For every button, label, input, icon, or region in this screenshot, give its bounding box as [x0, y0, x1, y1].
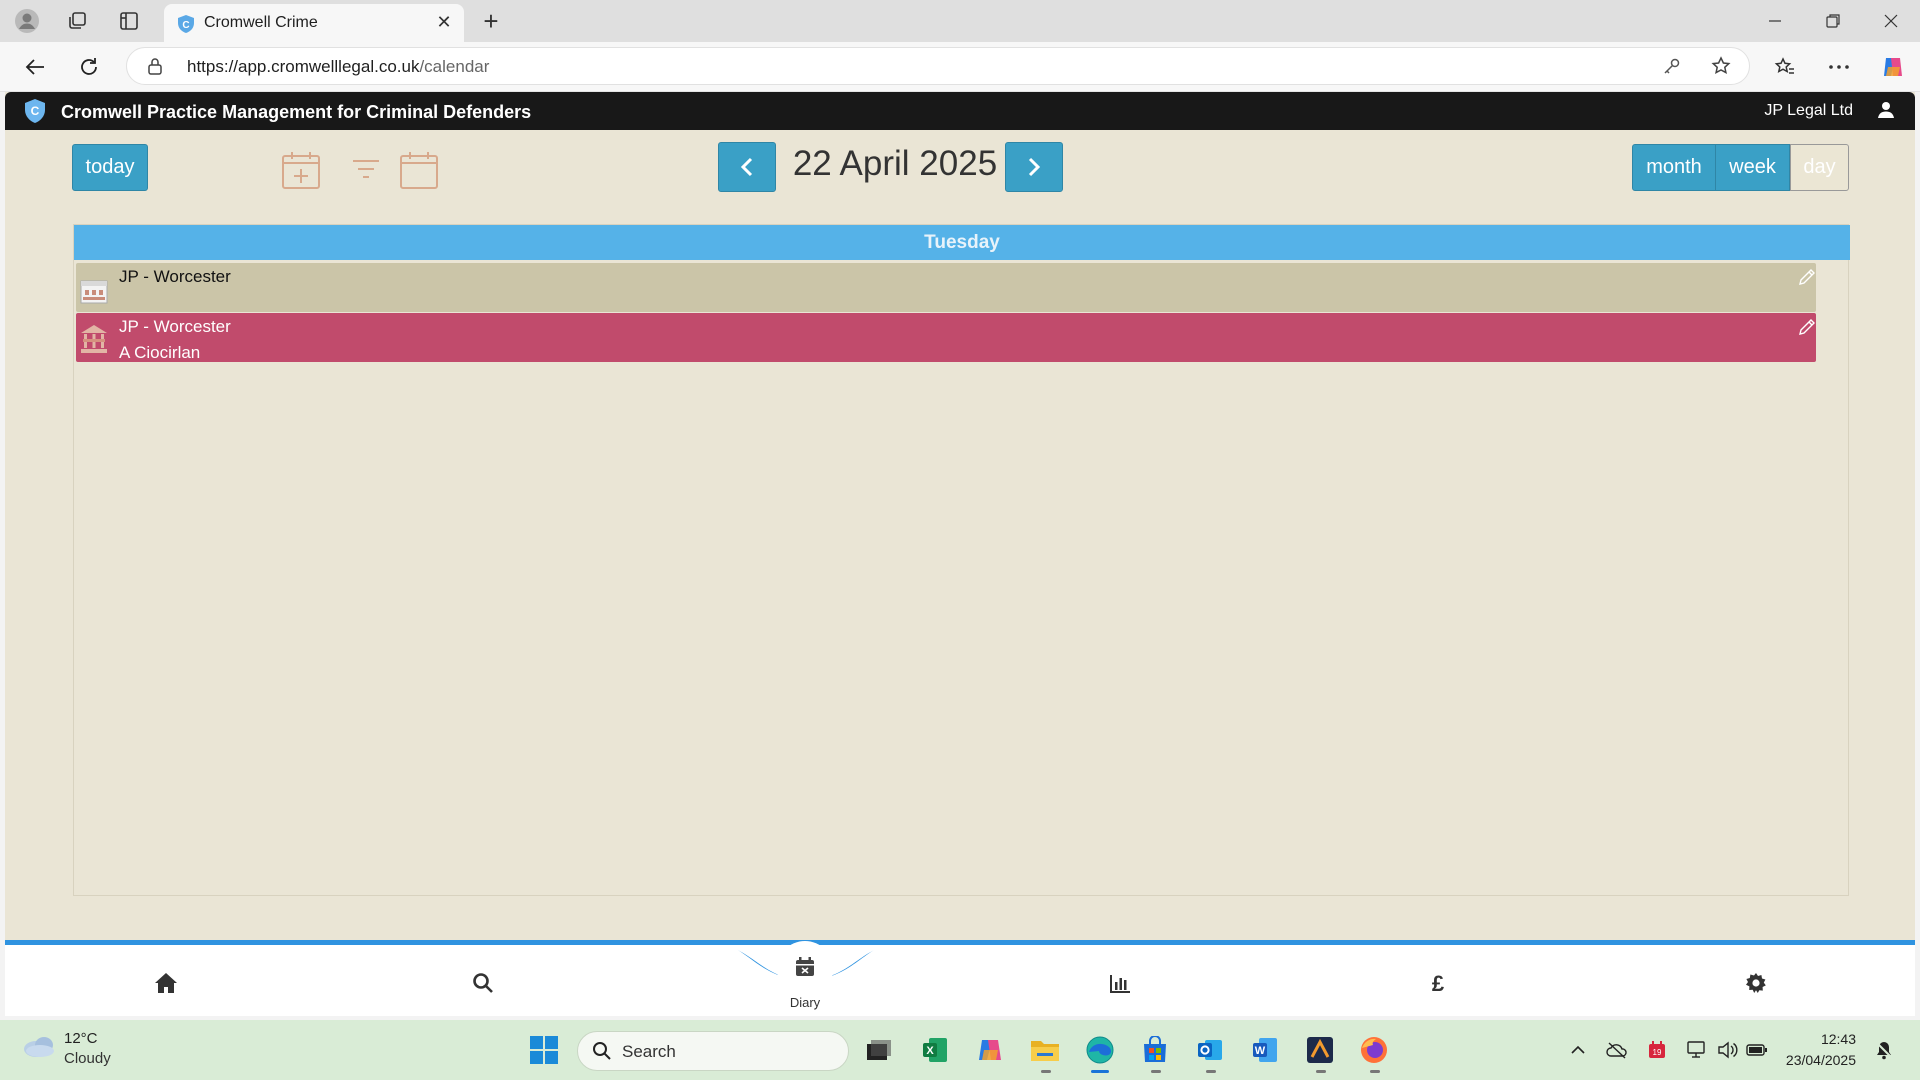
current-date-title: 22 April 2025 — [792, 144, 998, 183]
restore-icon[interactable] — [1813, 8, 1853, 34]
address-toolbar: https://app.cromwelllegal.co.uk/calendar — [0, 42, 1920, 92]
nav-accent-line — [5, 940, 1915, 945]
outlook-icon[interactable] — [1193, 1033, 1227, 1067]
weather-temperature[interactable]: 12°C — [64, 1030, 98, 1047]
profile-icon[interactable] — [12, 7, 42, 35]
chart-icon[interactable] — [1105, 968, 1135, 998]
browser-tab-bar: C Cromwell Crime ✕ + — [0, 0, 1920, 42]
event-title: JP - Worcester — [119, 317, 231, 336]
firefox-icon[interactable] — [1357, 1033, 1391, 1067]
running-indicator — [1206, 1070, 1216, 1073]
excel-icon[interactable]: X — [918, 1033, 952, 1067]
diary-label: Diary — [789, 995, 821, 1010]
add-event-calendar-icon[interactable] — [281, 150, 321, 195]
court-building-icon — [78, 323, 110, 360]
new-tab-button[interactable]: + — [476, 6, 506, 37]
clock-date[interactable]: 23/04/2025 — [1770, 1052, 1856, 1068]
close-tab-icon[interactable]: ✕ — [434, 12, 454, 33]
next-day-button[interactable] — [1005, 142, 1063, 192]
app-window: C Cromwell Practice Management for Crimi… — [5, 92, 1915, 1016]
password-key-icon[interactable] — [1663, 57, 1681, 80]
calendar-picker-icon[interactable] — [399, 150, 439, 195]
copilot-icon[interactable] — [1878, 53, 1908, 81]
event-title: JP - Worcester — [119, 267, 231, 286]
today-button[interactable]: today — [72, 144, 148, 191]
svg-text:19: 19 — [1653, 1048, 1662, 1057]
running-indicator — [1041, 1070, 1051, 1073]
event-client: A Ciocirlan — [119, 343, 201, 362]
clock-time[interactable]: 12:43 — [1786, 1031, 1856, 1047]
svg-text:C: C — [182, 20, 189, 31]
court-building-icon — [78, 273, 110, 310]
cloud-weather-icon[interactable] — [22, 1034, 56, 1063]
search-icon — [592, 1041, 612, 1066]
account-name[interactable]: JP Legal Ltd — [1764, 102, 1853, 120]
vertical-tabs-icon[interactable] — [114, 7, 144, 35]
app-launcher-icon[interactable] — [1303, 1033, 1337, 1067]
favorite-star-icon[interactable] — [1711, 56, 1731, 81]
calendar-badge-icon[interactable]: 19 — [1645, 1038, 1669, 1062]
close-window-icon[interactable] — [1871, 8, 1911, 34]
workspaces-icon[interactable] — [62, 7, 92, 35]
bottom-navigation: Diary £ — [5, 940, 1915, 1016]
windows-start-icon[interactable] — [527, 1033, 561, 1067]
app-header: C Cromwell Practice Management for Crimi… — [5, 92, 1915, 130]
edge-browser-icon[interactable] — [1083, 1033, 1117, 1067]
copilot-app-icon[interactable] — [973, 1033, 1007, 1067]
running-indicator — [1370, 1070, 1380, 1073]
edit-pencil-icon[interactable] — [1798, 318, 1816, 341]
favorites-icon[interactable] — [1770, 53, 1800, 81]
windows-taskbar: 12°C Cloudy Search X W 19 12:43 23/04/20… — [0, 1020, 1920, 1080]
shield-favicon-icon: C — [176, 14, 196, 39]
user-icon[interactable] — [1877, 101, 1895, 124]
filter-icon[interactable] — [351, 158, 381, 185]
tab-title: Cromwell Crime — [204, 14, 318, 31]
calendar-event[interactable]: JP - Worcester — [76, 263, 1816, 312]
browser-tab-active[interactable]: C Cromwell Crime ✕ — [164, 4, 464, 42]
diary-calendar-icon — [794, 956, 816, 983]
svg-text:C: C — [31, 104, 40, 118]
day-view-button[interactable]: day — [1790, 144, 1849, 191]
notification-bell-icon[interactable] — [1872, 1038, 1896, 1062]
network-icon[interactable] — [1685, 1038, 1709, 1062]
gear-icon[interactable] — [1741, 968, 1771, 998]
diary-tab[interactable] — [777, 941, 833, 997]
home-icon[interactable] — [151, 968, 181, 998]
url-field[interactable]: https://app.cromwelllegal.co.uk/calendar — [126, 47, 1750, 85]
task-view-icon[interactable] — [862, 1033, 896, 1067]
view-switcher: month week day — [1632, 144, 1849, 191]
more-options-icon[interactable] — [1824, 53, 1854, 81]
svg-text:X: X — [926, 1045, 934, 1057]
calendar-event[interactable]: JP - Worcester A Ciocirlan — [76, 313, 1816, 362]
chevron-up-icon[interactable] — [1566, 1038, 1590, 1062]
microsoft-store-icon[interactable] — [1138, 1033, 1172, 1067]
running-indicator — [1151, 1070, 1161, 1073]
pound-icon[interactable]: £ — [1423, 968, 1453, 998]
back-button[interactable] — [20, 53, 50, 81]
search-label: Search — [622, 1042, 676, 1061]
day-header: Tuesday — [74, 225, 1850, 260]
month-view-button[interactable]: month — [1632, 144, 1716, 191]
active-indicator — [1091, 1070, 1109, 1073]
url-text: https://app.cromwelllegal.co.uk/calendar — [187, 57, 490, 76]
refresh-button[interactable] — [74, 53, 104, 81]
word-icon[interactable]: W — [1248, 1033, 1282, 1067]
file-explorer-icon[interactable] — [1028, 1033, 1062, 1067]
search-icon[interactable] — [468, 968, 498, 998]
app-title: Cromwell Practice Management for Crimina… — [61, 102, 532, 122]
weather-description[interactable]: Cloudy — [64, 1050, 111, 1067]
battery-icon[interactable] — [1745, 1038, 1769, 1062]
svg-text:W: W — [1255, 1045, 1266, 1057]
taskbar-search[interactable]: Search — [577, 1031, 849, 1071]
lock-icon[interactable] — [147, 57, 163, 80]
day-calendar: Tuesday JP - Worcester JP - Worcester A … — [73, 224, 1850, 896]
edit-pencil-icon[interactable] — [1798, 268, 1816, 291]
volume-icon[interactable] — [1715, 1038, 1739, 1062]
onedrive-offline-icon[interactable] — [1605, 1038, 1629, 1062]
cromwell-shield-logo: C — [23, 98, 47, 129]
week-view-button[interactable]: week — [1716, 144, 1790, 191]
svg-text:£: £ — [1432, 972, 1445, 994]
minimize-icon[interactable] — [1755, 8, 1795, 34]
running-indicator — [1316, 1070, 1326, 1073]
